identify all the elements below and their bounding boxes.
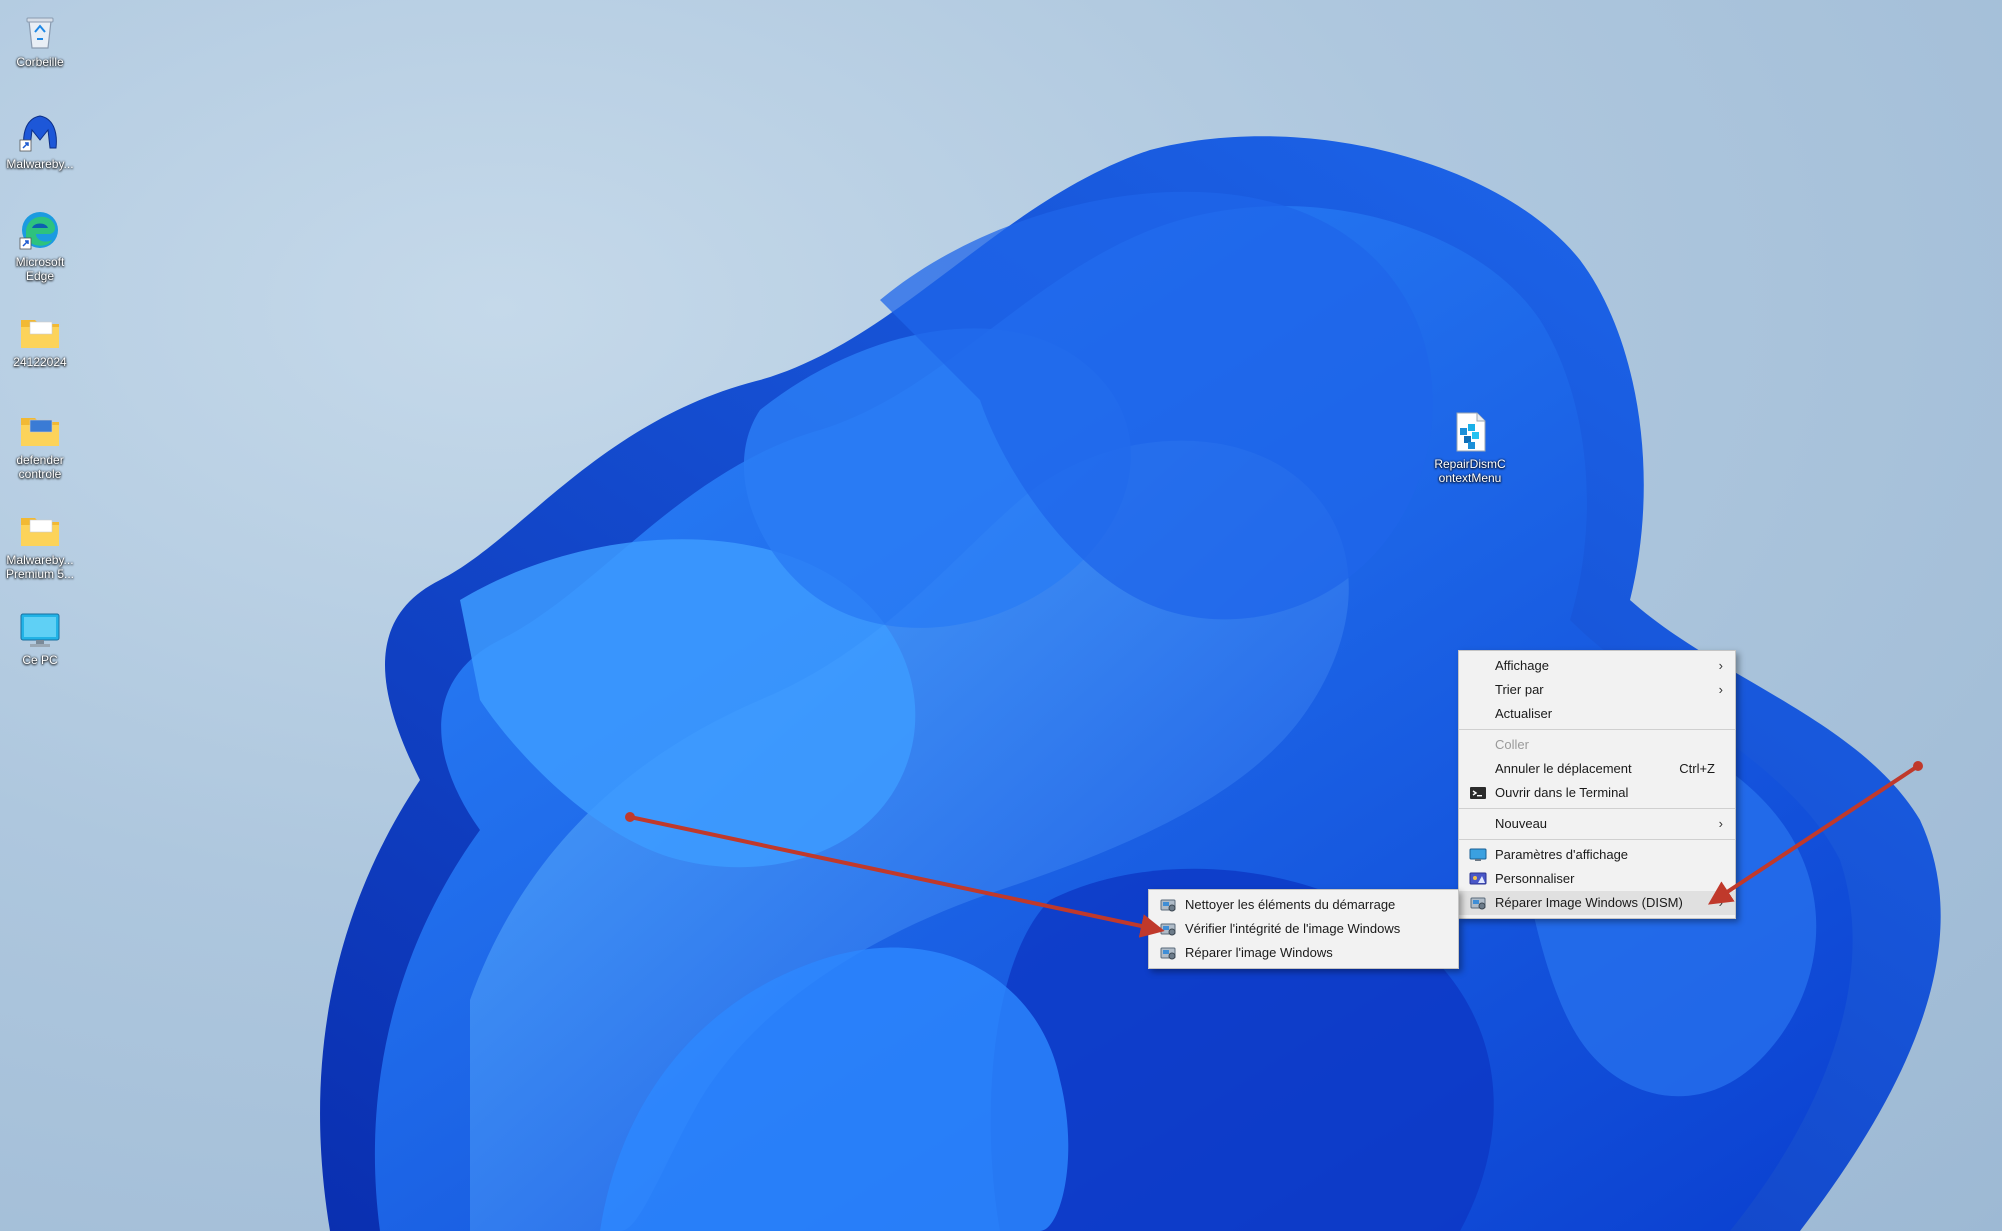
desktop-icon-label: Malwareby... Premium 5... [5,553,74,581]
edge-icon [19,212,58,250]
menu-item-reparer-image-dism[interactable]: Réparer Image Windows (DISM) › [1459,891,1735,915]
desktop-icon-folder-defender[interactable]: defender controle [4,410,76,481]
menu-item-annuler-deplacement[interactable]: Annuler le déplacement Ctrl+Z [1459,757,1735,781]
malwarebytes-icon [19,115,57,152]
chevron-right-icon: › [1718,895,1723,910]
menu-item-label: Réparer l'image Windows [1185,945,1333,960]
menu-item-label: Réparer Image Windows (DISM) [1495,895,1683,910]
desktop-icon-label: Microsoft Edge [15,255,65,283]
menu-item-label: Actualiser [1495,706,1553,721]
folder-icon [21,518,59,546]
menu-item-parametres-affichage[interactable]: Paramètres d'affichage [1459,843,1735,867]
menu-item-personnaliser[interactable]: Personnaliser [1459,867,1735,891]
menu-item-label: Nouveau [1495,816,1548,831]
submenu-item-verifier-integrite[interactable]: Vérifier l'intégrité de l'image Windows [1149,917,1458,941]
menu-item-label: Personnaliser [1495,871,1575,886]
menu-item-label: Affichage [1495,658,1549,673]
terminal-icon [1470,787,1486,799]
dism-tool-icon [1470,897,1486,910]
menu-separator [1459,729,1735,730]
monitor-icon [20,613,60,647]
desktop-icon-label: Malwareby... [6,157,74,171]
desktop-icon-this-pc[interactable]: Ce PC [4,610,76,667]
menu-separator [1459,839,1735,840]
menu-separator [1459,808,1735,809]
recycle-bin-icon [26,17,54,49]
menu-item-coller: Coller [1459,733,1735,757]
chevron-right-icon: › [1718,816,1723,831]
desktop-icon-label: Ce PC [22,653,58,667]
menu-item-shortcut: Ctrl+Z [1679,761,1715,776]
registry-file-icon [1456,412,1486,452]
dism-tool-icon [1160,899,1176,912]
desktop-icon-edge[interactable]: Microsoft Edge [4,208,76,283]
desktop-icon-repairdism-registry[interactable]: RepairDismC ontextMenu [1430,410,1510,485]
desktop-context-menu: Affichage › Trier par › Actualiser Colle… [1458,650,1736,919]
personalize-icon [1469,872,1487,885]
folder-icon [21,418,59,446]
wallpaper-bloom [320,136,1941,1231]
menu-item-label: Nettoyer les éléments du démarrage [1185,897,1396,912]
desktop-icon-recycle-bin[interactable]: Corbeille [4,12,76,69]
desktop-icon-malwarebytes[interactable]: Malwareby... [4,110,76,171]
dism-submenu: Nettoyer les éléments du démarrage Vérif… [1148,889,1459,969]
menu-item-affichage[interactable]: Affichage › [1459,654,1735,678]
dism-tool-icon [1160,923,1176,936]
menu-item-trier-par[interactable]: Trier par › [1459,678,1735,702]
desktop-icon-folder-malwarebytes-premium[interactable]: Malwareby... Premium 5... [4,510,76,581]
folder-icon [21,320,59,348]
menu-item-label: Trier par [1495,682,1544,697]
submenu-item-nettoyer-demarrage[interactable]: Nettoyer les éléments du démarrage [1149,893,1458,917]
menu-item-label: Vérifier l'intégrité de l'image Windows [1185,921,1401,936]
desktop-icon-label: defender controle [16,453,64,481]
chevron-right-icon: › [1718,682,1723,697]
menu-item-label: Coller [1495,737,1529,752]
submenu-item-reparer-image[interactable]: Réparer l'image Windows [1149,941,1458,965]
desktop-icon-label: Corbeille [16,55,64,69]
desktop-icon-label: 24122024 [13,355,67,369]
menu-item-label: Ouvrir dans le Terminal [1495,785,1629,800]
menu-item-label: Annuler le déplacement [1495,761,1632,776]
menu-item-label: Paramètres d'affichage [1495,847,1629,862]
menu-item-ouvrir-terminal[interactable]: Ouvrir dans le Terminal [1459,781,1735,805]
dism-tool-icon [1160,947,1176,960]
desktop-icon-label: RepairDismC ontextMenu [1434,457,1506,485]
desktop-icon-folder-24122024[interactable]: 24122024 [4,312,76,369]
desktop[interactable]: Corbeille Malwareby... Microsoft Edge 24… [0,0,2002,1231]
chevron-right-icon: › [1718,658,1723,673]
menu-item-actualiser[interactable]: Actualiser [1459,702,1735,726]
display-settings-icon [1469,848,1487,861]
menu-item-nouveau[interactable]: Nouveau › [1459,812,1735,836]
